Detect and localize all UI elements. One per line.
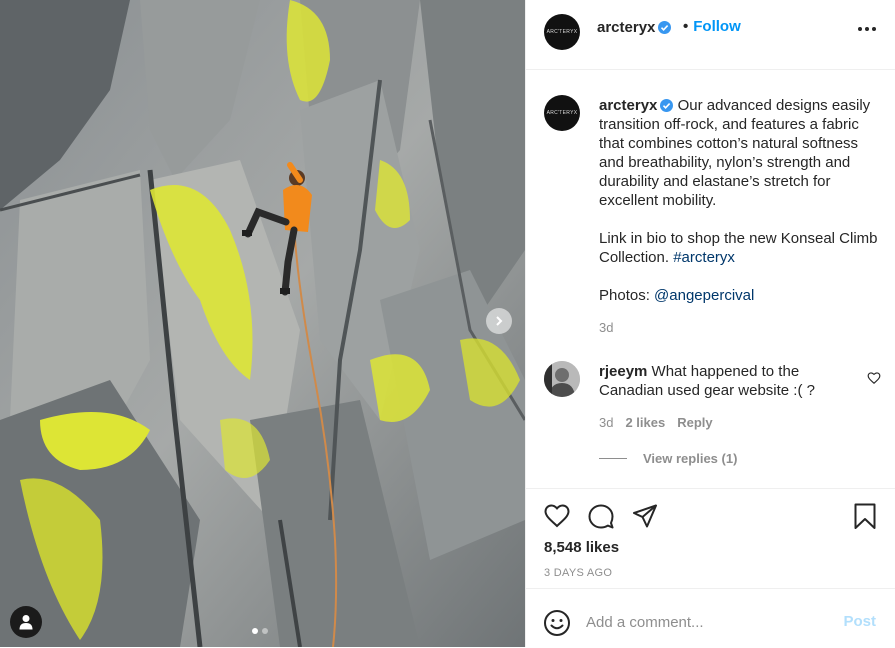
emoji-smiley-icon[interactable] [543, 609, 571, 637]
share-paper-plane-icon[interactable] [631, 502, 659, 530]
comment-username[interactable]: rjeeym [599, 363, 647, 380]
follow-separator: • [683, 18, 689, 35]
username-text: arcteryx [597, 19, 656, 36]
save-bookmark-icon[interactable] [851, 502, 879, 530]
comment-like-heart-icon[interactable] [867, 371, 881, 385]
chevron-right-icon [496, 316, 503, 326]
profile-avatar[interactable]: ARC'TERYX [544, 14, 580, 50]
like-heart-icon[interactable] [543, 502, 571, 530]
avatar-logo: ARC'TERYX [546, 29, 578, 35]
post-comment-button[interactable]: Post [843, 613, 876, 630]
comment-body: rjeeym What happened to the Canadian use… [599, 362, 844, 400]
post-timestamp[interactable]: 3 DAYS AGO [544, 567, 612, 579]
view-replies-label: View replies (1) [643, 451, 738, 466]
comment-likes[interactable]: 2 likes [625, 415, 665, 430]
comment-reply-button[interactable]: Reply [677, 415, 712, 430]
more-options-icon[interactable] [856, 20, 878, 38]
carousel-indicator [252, 628, 268, 634]
post-caption: arcteryx Our advanced designs easily tra… [599, 96, 884, 337]
photos-label: Photos: [599, 287, 650, 304]
view-replies-button[interactable]: View replies (1) [599, 451, 737, 466]
carousel-next-button[interactable] [486, 308, 512, 334]
caption-username[interactable]: arcteryx [599, 97, 657, 114]
caption-shop-text: Link in bio to shop the new Konseal Clim… [599, 230, 878, 266]
avatar-photo [544, 361, 580, 397]
carousel-dot [262, 628, 268, 634]
verified-badge-icon [658, 21, 672, 34]
post-header: ARC'TERYX arcteryx • Follow [526, 0, 895, 70]
photographer-mention-link[interactable]: @angepercival [654, 287, 754, 304]
comment-input[interactable] [586, 610, 816, 634]
follow-button[interactable]: • Follow [683, 18, 741, 35]
climbing-photo [0, 0, 525, 647]
commenter-avatar[interactable] [544, 361, 580, 397]
follow-label: Follow [693, 18, 741, 35]
header-username[interactable]: arcteryx [597, 19, 672, 36]
verified-badge-icon [660, 99, 674, 112]
caption-avatar[interactable]: ARC'TERYX [544, 95, 580, 131]
hashtag-link[interactable]: #arcteryx [673, 249, 735, 266]
tagged-users-button[interactable] [10, 606, 42, 638]
post-photo[interactable] [0, 0, 525, 647]
caption-time[interactable]: 3d [599, 320, 613, 335]
replies-divider [599, 458, 627, 459]
carousel-dot-active [252, 628, 258, 634]
post-sidebar: ARC'TERYX arcteryx • Follow ARC'TERYX arc… [525, 0, 895, 647]
comment-bubble-icon[interactable] [587, 502, 615, 530]
comment-meta: 3d 2 likes Reply [599, 415, 713, 430]
post-actions: 8,548 likes 3 DAYS AGO [526, 488, 895, 589]
likes-count[interactable]: 8,548 likes [544, 539, 619, 556]
comment-time[interactable]: 3d [599, 415, 613, 430]
user-icon [19, 615, 33, 630]
add-comment-bar: Post [526, 588, 895, 648]
avatar-logo: ARC'TERYX [546, 110, 578, 116]
